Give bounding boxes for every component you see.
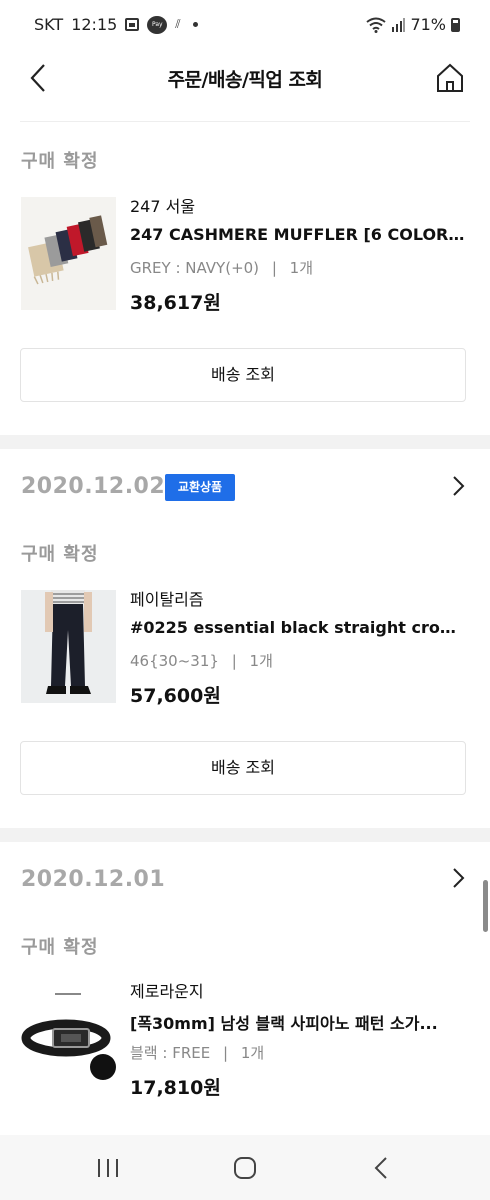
signal-icon	[392, 17, 406, 32]
back-icon	[374, 1157, 387, 1179]
image-icon	[125, 18, 140, 31]
carrier-label: SKT	[34, 15, 64, 34]
product-price: 57,600원	[130, 685, 221, 707]
antenna-icon: ⫽	[175, 17, 181, 31]
section-divider	[0, 828, 490, 842]
option-separator: |	[222, 1044, 229, 1062]
chevron-right-icon	[453, 868, 465, 888]
page-title: 주문/배송/픽업 조회	[167, 69, 323, 91]
status-bar: SKT 12:15 Pay ⫽ 71%	[0, 0, 490, 50]
track-delivery-button[interactable]: 배송 조회	[20, 348, 466, 402]
home-circle-icon	[234, 1157, 256, 1179]
order-status-label: 구매 확정	[21, 937, 99, 958]
status-bar-right: 71%	[366, 15, 460, 34]
recent-apps-button[interactable]	[88, 1153, 128, 1183]
product-name[interactable]: [폭30mm] 남성 블랙 사피아노 패턴 소가...	[130, 1010, 465, 1034]
product-quantity: 1개	[240, 1044, 265, 1062]
scrollbar-thumb[interactable]	[483, 880, 488, 932]
product-option: 46{30~31}	[130, 652, 219, 670]
product-price: 38,617원	[130, 292, 221, 314]
dot-icon	[192, 22, 198, 27]
exchange-badge: 교환상품	[165, 474, 235, 501]
recent-apps-icon	[98, 1159, 118, 1177]
order-date: 2020.12.02	[21, 474, 166, 499]
clock: 12:15	[71, 15, 118, 34]
product-price: 17,810원	[130, 1077, 221, 1099]
product-option-row: GREY : NAVY(+0) | 1개	[130, 257, 313, 278]
product-brand: 페이탈리즘	[130, 590, 204, 609]
product-brand: 247 서울	[130, 197, 196, 216]
product-thumbnail-pants[interactable]	[21, 590, 116, 703]
battery-percent: 71%	[410, 15, 446, 34]
order-status-label: 구매 확정	[21, 151, 99, 172]
product-name[interactable]: 247 CASHMERE MUFFLER [6 COLORS]	[130, 225, 465, 244]
option-separator: |	[231, 652, 237, 670]
option-separator: |	[271, 259, 277, 277]
pay-icon: Pay	[147, 15, 168, 34]
order-date: 2020.12.01	[21, 867, 166, 892]
home-nav-button[interactable]	[225, 1153, 265, 1183]
system-nav-bar	[0, 1135, 490, 1200]
chevron-right-icon	[453, 476, 465, 496]
product-thumbnail-belt[interactable]	[21, 983, 116, 1096]
product-brand: 제로라운지	[130, 982, 204, 1001]
app-header: 주문/배송/픽업 조회	[0, 50, 490, 106]
track-delivery-button[interactable]: 배송 조회	[20, 741, 466, 795]
product-thumbnail-muffler[interactable]	[21, 197, 116, 310]
product-option: GREY : NAVY(+0)	[130, 259, 260, 277]
home-button[interactable]	[432, 60, 468, 96]
product-option: 블랙 : FREE	[130, 1044, 211, 1062]
product-option-row: 블랙 : FREE | 1개	[130, 1042, 264, 1063]
order-detail-chevron[interactable]	[446, 474, 470, 498]
battery-icon	[451, 17, 460, 32]
product-quantity: 1개	[289, 259, 314, 277]
wifi-icon	[366, 17, 387, 33]
header-divider	[20, 121, 470, 122]
section-divider	[0, 435, 490, 449]
order-status-label: 구매 확정	[21, 544, 99, 565]
back-nav-button[interactable]	[362, 1153, 402, 1183]
product-quantity: 1개	[249, 652, 273, 670]
home-icon	[437, 63, 463, 92]
status-bar-left: SKT 12:15 Pay ⫽	[34, 15, 198, 34]
product-option-row: 46{30~31} | 1개	[130, 650, 273, 671]
order-detail-chevron[interactable]	[446, 866, 470, 890]
product-name[interactable]: #0225 essential black straight crop fit	[130, 618, 465, 637]
